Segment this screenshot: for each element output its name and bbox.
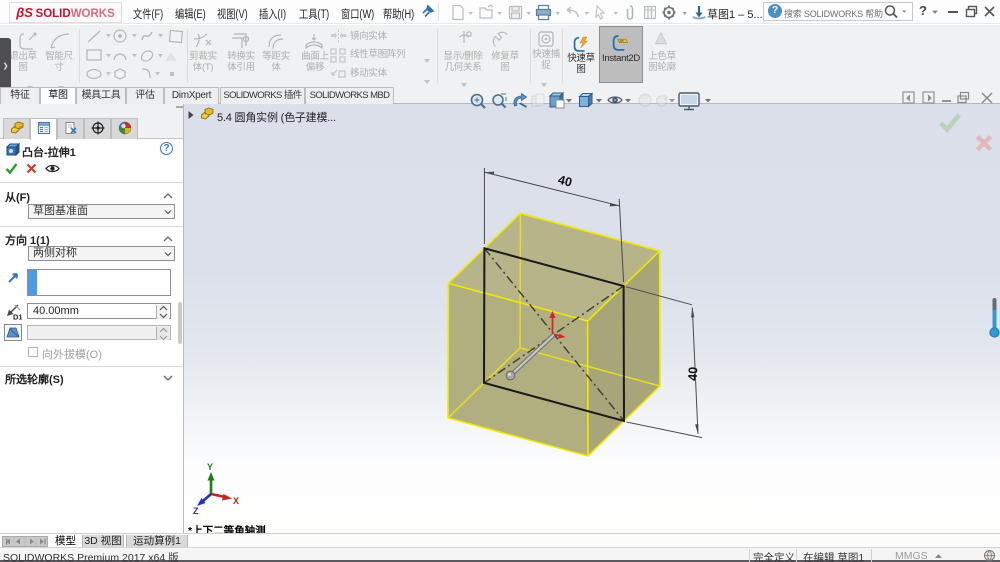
- svg-text:Y: Y: [207, 462, 213, 472]
- svg-text:X: X: [233, 496, 239, 506]
- svg-text:Z: Z: [193, 506, 199, 516]
- svg-text:40: 40: [686, 366, 701, 381]
- svg-text:40: 40: [557, 173, 574, 190]
- svg-text:D1: D1: [13, 313, 22, 321]
